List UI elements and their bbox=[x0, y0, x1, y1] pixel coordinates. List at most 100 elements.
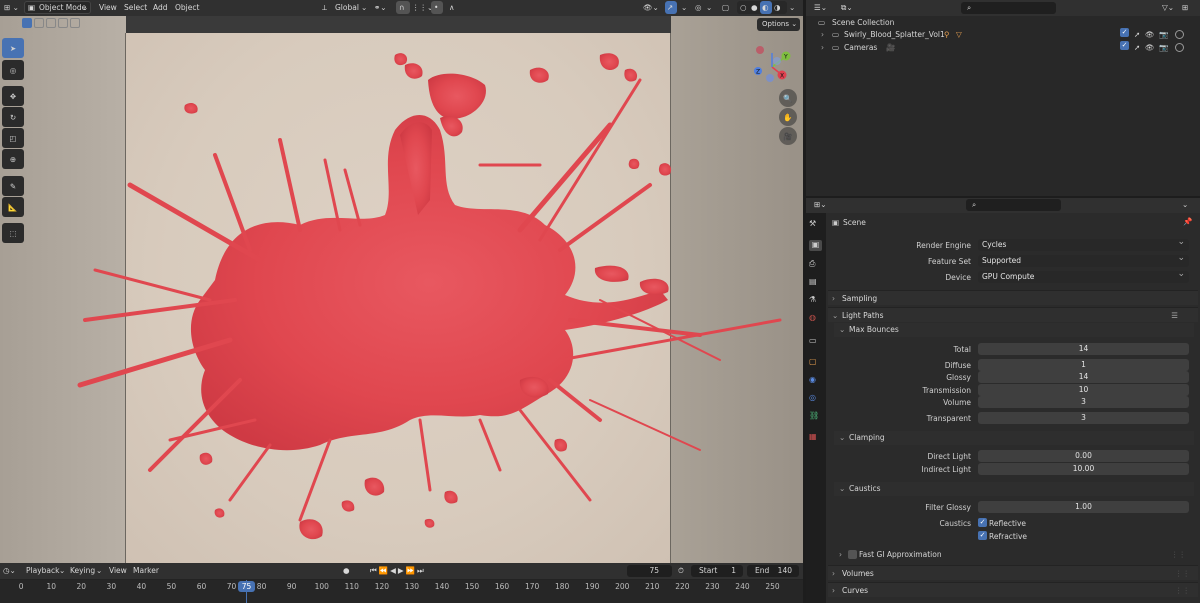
clock-icon[interactable]: ◷⌄ bbox=[3, 565, 16, 577]
menu-view[interactable]: View bbox=[109, 565, 127, 577]
chevron-right-icon[interactable]: › bbox=[821, 41, 824, 54]
select-extend-icon[interactable] bbox=[34, 18, 44, 28]
feature-set-select[interactable]: Supported bbox=[978, 252, 1189, 267]
panel-light-paths[interactable]: ⌄ Light Paths ☰ bbox=[828, 307, 1198, 322]
navigation-gizmo[interactable]: Y X Z bbox=[750, 45, 794, 85]
pin-icon[interactable]: 📌 bbox=[1183, 217, 1192, 226]
render-engine-select[interactable]: Cycles bbox=[978, 236, 1189, 251]
panel-volumes[interactable]: › Volumes ⋮⋮ bbox=[828, 565, 1198, 580]
camera-view-button[interactable]: 🎥 bbox=[779, 127, 797, 145]
menu-playback[interactable]: Playback bbox=[26, 565, 59, 577]
overlays-icon[interactable]: ◎ bbox=[695, 2, 702, 14]
outliner-row-collection[interactable]: › ▭ Swirly_Blood_Splatter_Vol1 ⚲ ▽ ✓ ➚ 👁… bbox=[806, 28, 1200, 41]
drag-handle-icon[interactable]: ⋮⋮ bbox=[1171, 548, 1186, 562]
device-select[interactable]: GPU Compute bbox=[978, 268, 1189, 283]
select-arrow-icon[interactable]: ➚ bbox=[1134, 28, 1140, 41]
playhead-marker[interactable]: 75 bbox=[238, 581, 255, 592]
start-frame-field[interactable]: Start 1 bbox=[691, 565, 743, 577]
holdout-icon[interactable] bbox=[1175, 30, 1184, 39]
render-camera-icon[interactable]: 📷 bbox=[1159, 41, 1168, 54]
fast-gi-checkbox[interactable] bbox=[848, 550, 857, 559]
zoom-view-button[interactable]: 🔍 bbox=[779, 89, 797, 107]
mode-selector[interactable]: ▣ Object Mode ⌄ bbox=[24, 1, 91, 14]
measure-tool[interactable]: 📐 bbox=[2, 197, 24, 217]
display-mode-icon[interactable]: ⧉⌄ bbox=[841, 2, 853, 14]
menu-object[interactable]: Object bbox=[175, 2, 199, 14]
select-arrow-icon[interactable]: ➚ bbox=[1134, 41, 1140, 54]
stopwatch-icon[interactable]: ⏱ bbox=[678, 565, 684, 577]
3d-viewport[interactable]: ⊞ ⌄ ▣ Object Mode ⌄ View Select Add Obje… bbox=[0, 0, 803, 563]
panel-sampling[interactable]: › Sampling bbox=[828, 290, 1198, 305]
add-cube-tool[interactable]: ⬚ bbox=[2, 223, 24, 243]
transparent-field[interactable]: 3 bbox=[978, 412, 1189, 424]
options-button[interactable]: Options ⌄ bbox=[757, 18, 800, 31]
glossy-field[interactable]: 14 bbox=[978, 371, 1189, 383]
menu-keying[interactable]: Keying bbox=[70, 565, 95, 577]
transform-orientation[interactable]: Global bbox=[335, 2, 359, 14]
filter-glossy-field[interactable]: 1.00 bbox=[978, 501, 1189, 513]
reflective-checkbox[interactable]: ✓ bbox=[978, 518, 987, 527]
transmission-field[interactable]: 10 bbox=[978, 384, 1189, 396]
eye-icon[interactable]: 👁 bbox=[1145, 41, 1155, 54]
scale-tool[interactable]: ◰ bbox=[2, 128, 24, 148]
menu-marker[interactable]: Marker bbox=[133, 565, 159, 577]
panel-curves[interactable]: › Curves ⋮⋮ bbox=[828, 582, 1198, 597]
direct-light-field[interactable]: 0.00 bbox=[978, 450, 1189, 462]
playback-controls-icon[interactable]: ⏮⏪◀▶⏩⏭ bbox=[370, 565, 426, 577]
properties-search-input[interactable]: ⌕ bbox=[966, 199, 1061, 211]
subpanel-fast-gi[interactable]: › Fast GI Approximation ⋮⋮ bbox=[834, 548, 1194, 562]
volume-field[interactable]: 3 bbox=[978, 396, 1189, 408]
scene-tab-icon[interactable]: ⚗ bbox=[809, 295, 822, 306]
options-icon[interactable]: ⌄ bbox=[1182, 199, 1188, 211]
outliner-row-cameras[interactable]: › ▭ Cameras 🎥 ✓ ➚ 👁 📷 bbox=[806, 41, 1200, 54]
drag-handle-icon[interactable]: ⋮⋮ bbox=[1175, 583, 1190, 598]
chevron-down-icon[interactable]: ⌄ bbox=[706, 2, 712, 14]
pan-view-button[interactable]: ✋ bbox=[779, 108, 797, 126]
rotate-tool[interactable]: ↻ bbox=[2, 107, 24, 127]
tool-tab-icon[interactable]: ⚒ bbox=[809, 219, 822, 230]
rendered-shading-icon[interactable]: ◑ bbox=[774, 2, 781, 14]
cursor-tool[interactable]: ◎ bbox=[2, 60, 24, 80]
render-camera-icon[interactable]: 📷 bbox=[1159, 28, 1168, 41]
outliner-editor-type-icon[interactable]: ☰⌄ bbox=[814, 2, 827, 14]
chevron-right-icon[interactable]: › bbox=[821, 28, 824, 41]
pivot-icon[interactable]: ⚭⌄ bbox=[374, 2, 387, 14]
select-new-icon[interactable] bbox=[22, 18, 32, 28]
chevron-down-icon[interactable]: ⌄ bbox=[789, 2, 795, 14]
filter-icon[interactable]: ▽⌄ bbox=[1162, 2, 1174, 14]
timeline-ruler[interactable]: 0 10 20 30 40 50 60 70 80 90 100 110 120 130 140 150 160… bbox=[0, 580, 803, 603]
total-field[interactable]: 14 bbox=[978, 343, 1189, 355]
properties-editor-type-icon[interactable]: ⊞⌄ bbox=[814, 199, 827, 211]
current-frame-field[interactable]: 75 bbox=[627, 565, 672, 577]
menu-view[interactable]: View bbox=[99, 2, 117, 14]
subpanel-clamping[interactable]: ⌄ Clamping bbox=[834, 431, 1194, 445]
new-collection-icon[interactable]: ⊞ bbox=[1182, 2, 1188, 14]
wireframe-shading-icon[interactable]: ○ bbox=[740, 2, 747, 14]
select-invert-icon[interactable] bbox=[58, 18, 68, 28]
subpanel-caustics[interactable]: ⌄ Caustics bbox=[834, 482, 1194, 496]
eye-icon[interactable]: 👁 bbox=[1145, 28, 1155, 41]
drag-handle-icon[interactable]: ⋮⋮ bbox=[1175, 566, 1190, 581]
xray-icon[interactable]: ▢ bbox=[722, 2, 729, 14]
texture-tab-icon[interactable]: ▦ bbox=[809, 432, 822, 443]
menu-select[interactable]: Select bbox=[124, 2, 147, 14]
annotate-tool[interactable]: ✎ bbox=[2, 176, 24, 196]
presets-icon[interactable]: ☰ bbox=[1171, 308, 1178, 323]
subpanel-max-bounces[interactable]: ⌄ Max Bounces bbox=[834, 323, 1194, 337]
visibility-icon[interactable]: 👁⌄ bbox=[643, 2, 659, 14]
include-checkbox[interactable]: ✓ bbox=[1120, 28, 1129, 37]
chevron-down-icon[interactable]: ⌄ bbox=[681, 2, 687, 14]
world-tab-icon[interactable]: ◍ bbox=[809, 313, 822, 324]
holdout-icon[interactable] bbox=[1175, 43, 1184, 52]
record-icon[interactable]: ● bbox=[343, 565, 350, 577]
diffuse-field[interactable]: 1 bbox=[978, 359, 1189, 371]
include-checkbox[interactable]: ✓ bbox=[1120, 41, 1129, 50]
indirect-light-field[interactable]: 10.00 bbox=[978, 463, 1189, 475]
falloff-icon[interactable]: ∧ bbox=[449, 2, 455, 14]
end-frame-field[interactable]: End 140 bbox=[747, 565, 799, 577]
move-tool[interactable]: ✥ bbox=[2, 86, 24, 106]
outliner-search-input[interactable]: ⌕ bbox=[961, 2, 1056, 14]
solid-shading-icon[interactable]: ● bbox=[751, 2, 758, 14]
editor-type-icon[interactable]: ⊞ ⌄ bbox=[4, 2, 19, 14]
refractive-checkbox[interactable]: ✓ bbox=[978, 531, 987, 540]
